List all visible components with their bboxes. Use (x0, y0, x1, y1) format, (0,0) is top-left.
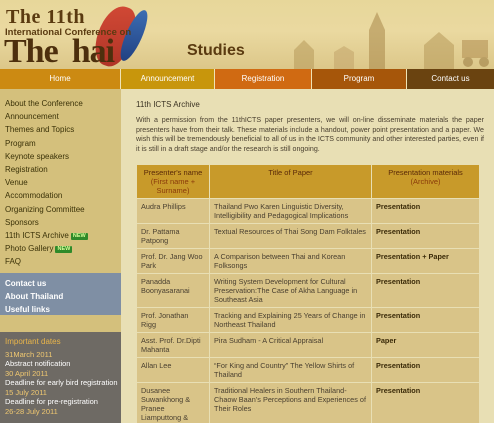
intro-paragraph: With a permission from the 11thICTS pape… (136, 116, 484, 153)
new-badge: NEW (70, 232, 88, 240)
presenter-name: Allan Lee (136, 357, 210, 383)
date-text: Deadline for early bird registration (5, 378, 118, 387)
table-row: Panadda Boonyasaranai Writing System Dev… (136, 273, 480, 308)
presenter-name: Dr. Pattama Patpong (136, 223, 210, 249)
material-link[interactable]: Presentation (371, 273, 480, 308)
sidebar-item-faq[interactable]: FAQ (5, 255, 121, 268)
link-contact-us[interactable]: Contact us (5, 277, 121, 290)
material-link[interactable]: Presentation (371, 357, 480, 383)
header-the-thai: The hai (4, 33, 115, 69)
table-row: Dusanee Suwankhong & Pranee Liamputtong … (136, 382, 480, 423)
presenter-name: Prof. Dr. Jang Woo Park (136, 248, 210, 274)
presenter-name: Audra Phillips (136, 198, 210, 224)
new-badge: NEW (55, 246, 73, 254)
sidebar-item-about[interactable]: About the Conference (5, 97, 121, 110)
paper-title: Traditional Healers in Southern Thailand… (209, 382, 372, 423)
paper-title: Thailand Pwo Karen Linguistic Diversity,… (209, 198, 372, 224)
archive-table: Presenter's name (First name + Surname) … (136, 164, 480, 423)
sidebar-item-program[interactable]: Program (5, 137, 121, 150)
sidebar-item-photo-gallery[interactable]: Photo Gallery NEW (5, 242, 121, 255)
presenter-name: Dusanee Suwankhong & Pranee Liamputtong … (136, 382, 210, 423)
sidebar-menu: About the Conference Announcement Themes… (0, 89, 121, 268)
important-dates-heading: Important dates (5, 337, 61, 346)
site-header: The 11th International Conference on The… (0, 0, 494, 69)
date-label: 31March 2011 (5, 350, 53, 359)
sidebar-item-venue[interactable]: Venue (5, 176, 121, 189)
table-row: Dr. Pattama Patpong Textual Resources of… (136, 223, 480, 249)
date-text: Abstract notification (5, 359, 71, 368)
col-header-name-label: Presenter's name (143, 168, 203, 177)
table-row: Prof. Jonathan Rigg Tracking and Explain… (136, 307, 480, 333)
presenter-name: Panadda Boonyasaranai (136, 273, 210, 308)
material-link[interactable]: Presentation (371, 223, 480, 249)
temple-illustration (294, 12, 489, 69)
nav-contact-us[interactable]: Contact us (407, 69, 494, 89)
page-title: 11th ICTS Archive (136, 100, 200, 109)
material-link[interactable]: Presentation (371, 382, 480, 423)
paper-title: Pira Sudham - A Critical Appraisal (209, 332, 372, 358)
material-link[interactable]: Presentation (371, 198, 480, 224)
col-header-name: Presenter's name (First name + Surname) (136, 164, 210, 199)
link-about-thailand[interactable]: About Thailand (5, 290, 121, 303)
header-hai: hai (71, 33, 115, 69)
header-the: The (4, 33, 59, 69)
date-label: 26-28 July 2011 (5, 407, 58, 416)
paper-title: Writing System Development for Cultural … (209, 273, 372, 308)
col-header-materials-sub: (Archive) (410, 177, 441, 186)
main-nav: Home Announcement Registration Program C… (0, 69, 494, 89)
nav-program[interactable]: Program (312, 69, 407, 89)
date-label: 30 April 2011 (5, 369, 49, 378)
important-dates: Important dates 31March 2011 Abstract no… (0, 332, 121, 423)
sidebar: About the Conference Announcement Themes… (0, 89, 121, 423)
table-header-row: Presenter's name (First name + Surname) … (136, 164, 480, 199)
paper-title: A Comparison between Thai and Korean Fol… (209, 248, 372, 274)
nav-home[interactable]: Home (0, 69, 121, 89)
col-header-materials-label: Presentation materials (388, 168, 463, 177)
nav-announcement[interactable]: Announcement (121, 69, 215, 89)
sidebar-item-announcement[interactable]: Announcement (5, 110, 121, 123)
date-text: Deadline for pre-registration (5, 397, 98, 406)
paper-title: “For King and Country” The Yellow Shirts… (209, 357, 372, 383)
header-studies: Studies (187, 42, 245, 59)
table-row: Prof. Dr. Jang Woo Park A Comparison bet… (136, 248, 480, 274)
presenter-name: Prof. Jonathan Rigg (136, 307, 210, 333)
col-header-name-sub: (First name + Surname) (150, 177, 196, 195)
presenter-name: Asst. Prof. Dr.Dipti Mahanta (136, 332, 210, 358)
paper-title: Tracking and Explaining 25 Years of Chan… (209, 307, 372, 333)
sidebar-item-accommodation[interactable]: Accommodation (5, 189, 121, 202)
col-header-title: Title of Paper (209, 164, 372, 199)
sidebar-item-themes[interactable]: Themes and Topics (5, 123, 121, 136)
nav-registration[interactable]: Registration (215, 69, 312, 89)
material-link[interactable]: Presentation + Paper (371, 248, 480, 274)
link-useful-links[interactable]: Useful links (5, 303, 121, 316)
sidebar-item-keynote[interactable]: Keynote speakers (5, 150, 121, 163)
sidebar-links-box: Contact us About Thailand Useful links (0, 273, 121, 315)
table-row: Asst. Prof. Dr.Dipti Mahanta Pira Sudham… (136, 332, 480, 358)
material-link[interactable]: Presentation (371, 307, 480, 333)
col-header-materials: Presentation materials (Archive) (371, 164, 480, 199)
sidebar-item-archive-label: 11th ICTS Archive (5, 230, 69, 240)
date-label: 15 July 2011 (5, 388, 47, 397)
sidebar-item-photo-label: Photo Gallery (5, 244, 54, 254)
table-row: Allan Lee “For King and Country” The Yel… (136, 357, 480, 383)
table-row: Audra Phillips Thailand Pwo Karen Lingui… (136, 198, 480, 224)
sidebar-item-committee[interactable]: Organizing Committee (5, 203, 121, 216)
sidebar-item-archive[interactable]: 11th ICTS Archive NEW (5, 229, 121, 242)
sidebar-item-sponsors[interactable]: Sponsors (5, 216, 121, 229)
header-ordinal: The 11th (6, 6, 86, 28)
paper-title: Textual Resources of Thai Song Dam Folkt… (209, 223, 372, 249)
sidebar-item-registration[interactable]: Registration (5, 163, 121, 176)
main-content: 11th ICTS Archive With a permission from… (121, 89, 494, 423)
material-link[interactable]: Paper (371, 332, 480, 358)
